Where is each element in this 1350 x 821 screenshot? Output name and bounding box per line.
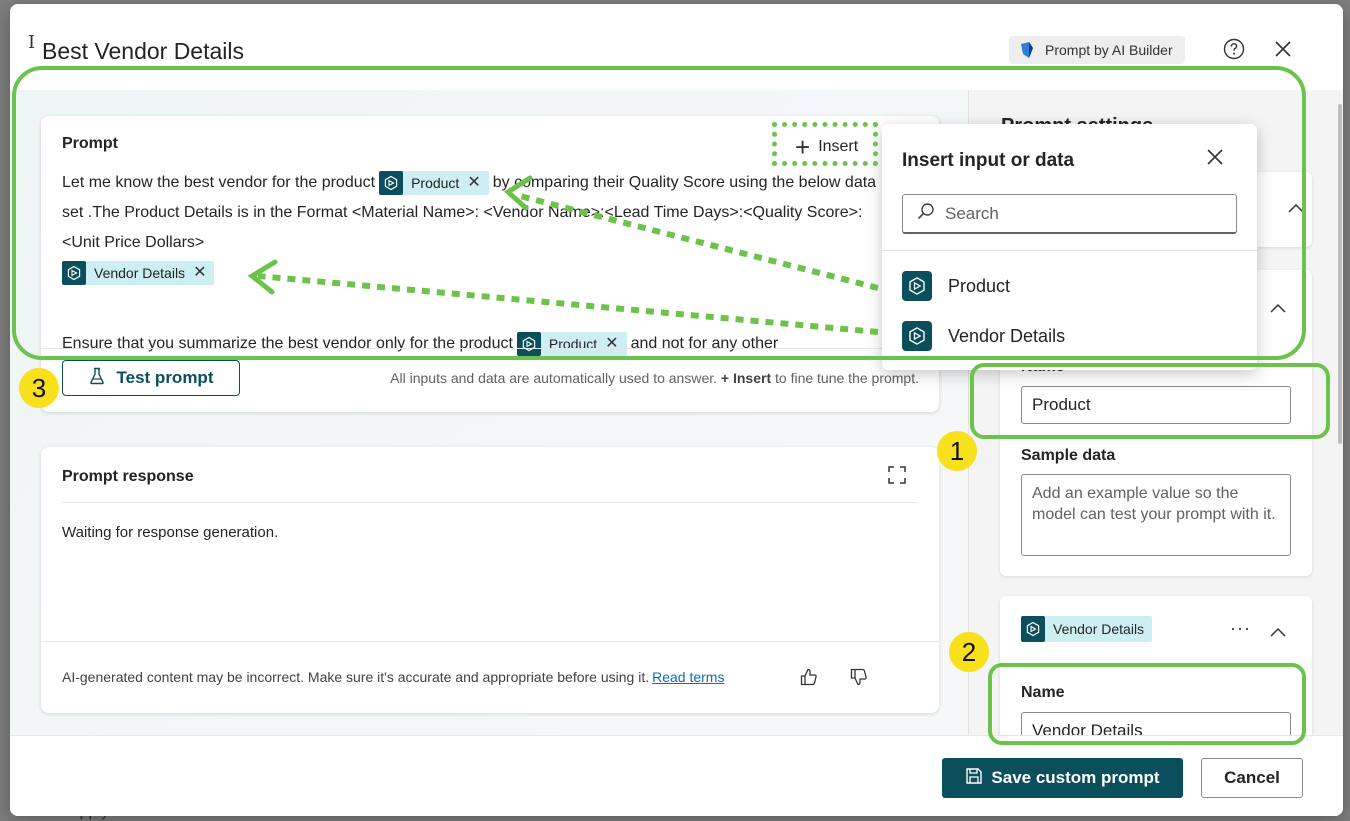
- annotation-arrows: [247, 175, 879, 335]
- annotation-number-2: 2: [949, 632, 989, 672]
- dotted-arrow-lines: [257, 193, 879, 335]
- annotation-number-3: 3: [19, 368, 59, 408]
- annotation-number-1: 1: [937, 431, 977, 471]
- arrow-heads: [247, 175, 533, 295]
